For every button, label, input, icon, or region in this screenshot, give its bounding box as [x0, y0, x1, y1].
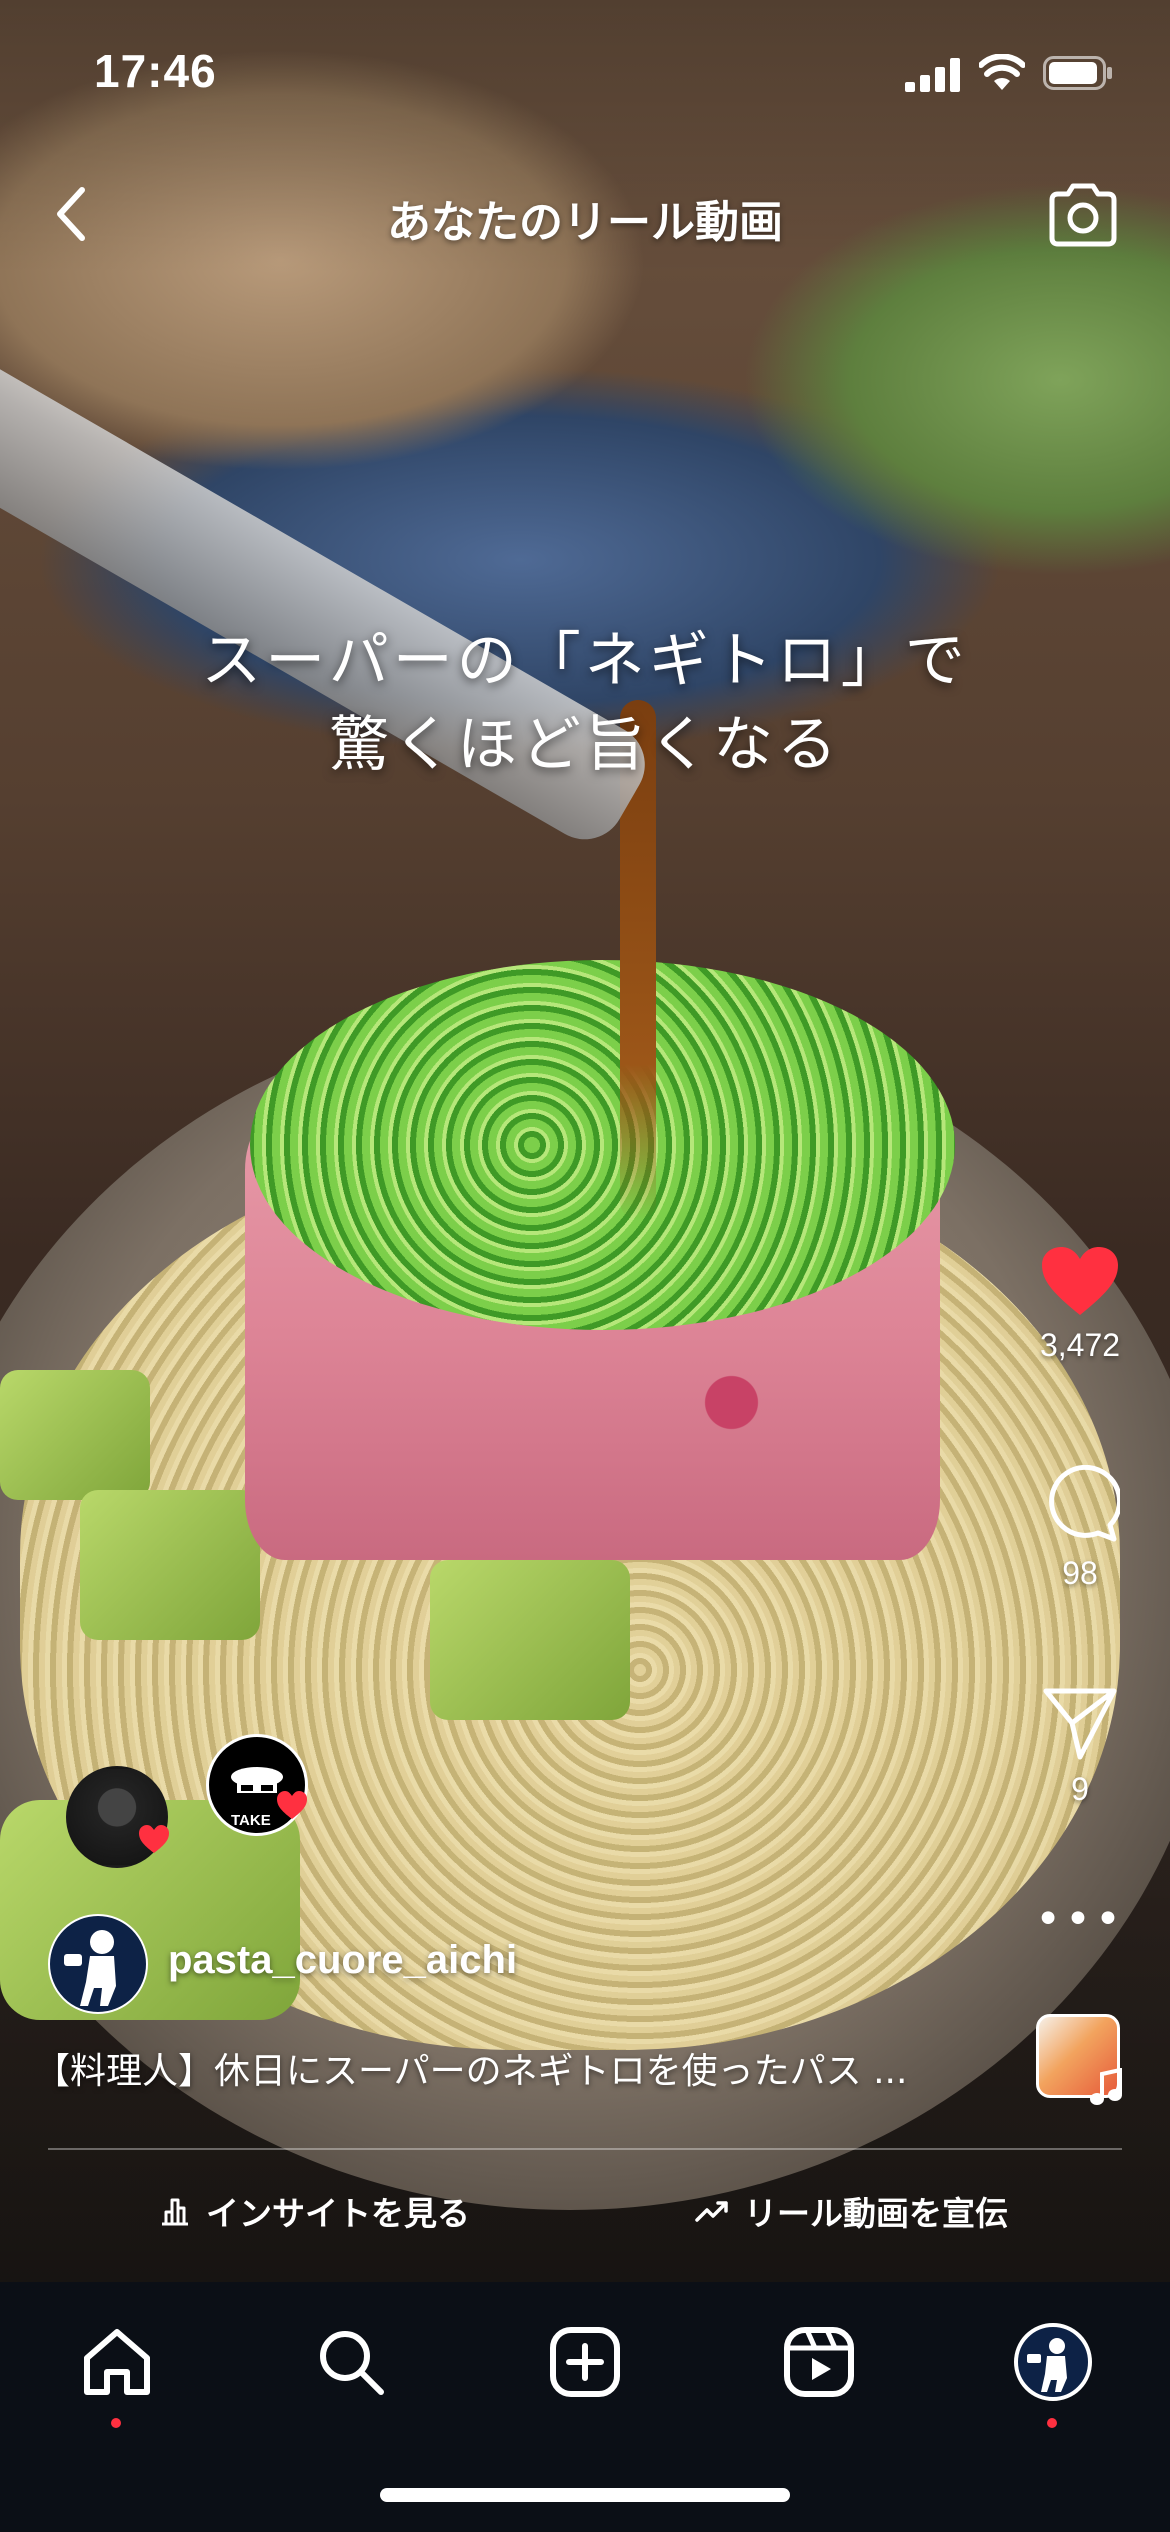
- reel-description[interactable]: 【料理人】休日にスーパーのネギトロを使ったパス ...: [34, 2042, 974, 2094]
- like-button[interactable]: 3,472: [1020, 1245, 1140, 1364]
- video-caption-line-1: スーパーの「ネギトロ」で: [201, 626, 969, 696]
- share-button[interactable]: 9: [1020, 1685, 1140, 1808]
- scallion-image: [250, 960, 955, 1330]
- comment-count: 98: [1062, 1555, 1098, 1591]
- chef-silhouette-icon: [64, 1930, 116, 2006]
- camera-icon[interactable]: [1046, 180, 1120, 248]
- video-caption-line-2: 驚くほど旨くなる: [329, 710, 841, 780]
- paper-plane-icon: [1043, 1688, 1117, 1760]
- heart-badge-icon: [277, 1791, 307, 1819]
- author-username[interactable]: pasta_cuore_aichi: [168, 1938, 517, 1983]
- divider: [48, 2148, 1122, 2150]
- cellular-signal-icon: [905, 58, 960, 92]
- tab-search[interactable]: [311, 2322, 391, 2402]
- notification-dot: [111, 2418, 121, 2428]
- tab-create[interactable]: [545, 2322, 625, 2402]
- home-icon: [84, 2329, 150, 2395]
- profile-avatar-icon: [1014, 2323, 1092, 2401]
- header: あなたのリール動画: [0, 160, 1170, 270]
- wifi-icon: [979, 54, 1025, 90]
- trending-arrow-icon: [695, 2201, 728, 2222]
- battery-icon: [1043, 56, 1112, 90]
- tab-reels[interactable]: [779, 2322, 859, 2402]
- heart-badge-icon: [139, 1825, 169, 1853]
- tab-home[interactable]: [77, 2322, 157, 2428]
- create-icon: [550, 2327, 620, 2397]
- tab-profile[interactable]: [1013, 2322, 1093, 2428]
- collaborator-badge-text: TAKE: [231, 1812, 271, 1829]
- ellipsis-icon: •••: [1035, 1894, 1125, 1945]
- music-note-icon: [1090, 2068, 1122, 2105]
- notification-dot: [1047, 2418, 1057, 2428]
- page-title: あなたのリール動画: [387, 197, 783, 248]
- more-options-button[interactable]: •••: [1020, 1898, 1140, 1942]
- insights-label: インサイトを見る: [206, 2194, 470, 2233]
- avocado-image: [80, 1490, 260, 1640]
- avocado-image: [430, 1560, 630, 1720]
- heart-filled-icon: [1042, 1247, 1118, 1315]
- share-count: 9: [1071, 1771, 1089, 1807]
- owner-actions: インサイトを見る リール動画を宣伝: [0, 2175, 1170, 2255]
- avocado-image: [0, 1370, 150, 1500]
- promote-label: リール動画を宣伝: [744, 2194, 1008, 2233]
- bar-chart-icon: [162, 2198, 188, 2226]
- reels-icon: [784, 2327, 854, 2397]
- view-insights-button[interactable]: インサイトを見る: [158, 2187, 470, 2235]
- comment-button[interactable]: 98: [1020, 1464, 1140, 1592]
- search-icon: [320, 2331, 384, 2395]
- comment-bubble-icon: [1049, 1464, 1123, 1542]
- home-indicator: [380, 2488, 790, 2502]
- promote-reel-button[interactable]: リール動画を宣伝: [694, 2187, 1008, 2235]
- author-avatar[interactable]: [48, 1914, 148, 2014]
- like-count: 3,472: [1039, 1327, 1121, 1363]
- status-time: 17:46: [94, 45, 217, 97]
- status-bar: 17:46: [0, 0, 1170, 150]
